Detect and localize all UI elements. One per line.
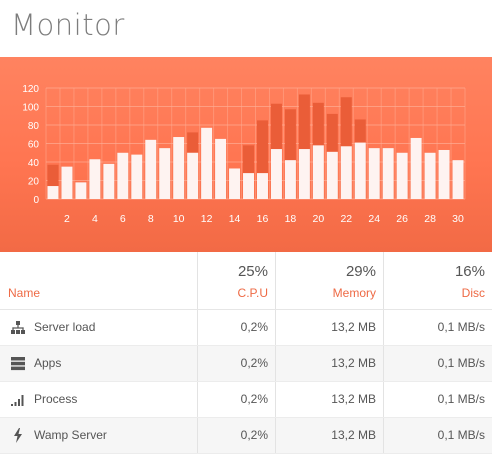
x-tick-label: 30 (452, 213, 464, 225)
stats-header-row: Name 25% C.P.U 29% Memory 16% Disc (0, 252, 492, 310)
bar-front (410, 137, 422, 199)
bar-front (438, 149, 450, 199)
row-memory: 13,2 MB (331, 320, 376, 334)
row-disc: 0,1 MB/s (437, 428, 485, 442)
row-name: Wamp Server (34, 428, 107, 442)
bar-front (256, 173, 268, 199)
x-tick-label: 8 (148, 213, 154, 225)
server-icon (11, 357, 25, 371)
row-memory: 13,2 MB (331, 428, 376, 442)
bar-front (173, 137, 185, 199)
table-row[interactable]: Process 0,2% 13,2 MB 0,1 MB/s (0, 382, 492, 418)
row-cpu: 0,2% (240, 428, 268, 442)
bar-front (201, 127, 213, 199)
bar-front (131, 154, 143, 199)
row-name: Process (34, 392, 78, 406)
bar-front (75, 182, 87, 199)
bar-front (340, 146, 352, 199)
bar-front (284, 160, 296, 199)
x-tick-label: 16 (257, 213, 269, 225)
bolt-icon (14, 428, 22, 443)
x-tick-label: 2 (64, 213, 70, 225)
bar-front (382, 148, 394, 199)
bar-front (47, 186, 59, 199)
x-tick-label: 20 (313, 213, 325, 225)
row-name: Server load (34, 320, 96, 334)
y-tick-label: 80 (28, 121, 40, 132)
bar-front (270, 149, 282, 199)
disc-total-value: 16% (454, 263, 485, 280)
x-tick-label: 28 (424, 213, 436, 225)
x-tick-label: 12 (201, 213, 213, 225)
table-row[interactable]: Apps 0,2% 13,2 MB 0,1 MB/s (0, 346, 492, 382)
bar-front (312, 145, 324, 199)
row-cpu: 0,2% (240, 320, 268, 334)
y-tick-label: 20 (28, 177, 40, 188)
bar-front (243, 173, 255, 199)
table-row[interactable]: Wamp Server 0,2% 13,2 MB 0,1 MB/s (0, 418, 492, 454)
row-memory: 13,2 MB (331, 356, 376, 370)
column-header-name: Name (8, 286, 41, 300)
memory-total-value: 29% (345, 263, 376, 280)
x-tick-label: 22 (340, 213, 352, 225)
bar-front (368, 148, 380, 199)
row-disc: 0,1 MB/s (437, 356, 485, 370)
table-row[interactable]: Server load 0,2% 13,2 MB 0,1 MB/s (0, 310, 492, 346)
x-tick-label: 6 (120, 213, 126, 225)
bar-front (298, 149, 310, 199)
bar-front (187, 152, 199, 199)
y-tick-label: 60 (28, 140, 40, 151)
row-memory: 13,2 MB (331, 392, 376, 406)
row-name: Apps (34, 356, 62, 370)
bar-front (424, 152, 436, 199)
y-tick-label: 120 (22, 84, 39, 95)
x-tick-label: 24 (368, 213, 380, 225)
column-header-memory: Memory (332, 286, 376, 300)
row-cpu: 0,2% (240, 356, 268, 370)
page-title: Monitor (11, 8, 125, 42)
x-tick-label: 4 (92, 213, 98, 225)
bar-front (396, 152, 408, 199)
bar-front (452, 160, 464, 199)
x-tick-label: 18 (285, 213, 297, 225)
bar-chart: 0204060801001202 4 6 8 10 12 14 16 18 20 22 24 26 28 3… (22, 84, 466, 225)
signal-icon (11, 395, 24, 406)
y-tick-label: 100 (22, 103, 39, 114)
row-disc: 0,1 MB/s (437, 392, 485, 406)
bar-front (89, 159, 101, 199)
x-tick-label: 10 (173, 213, 185, 225)
y-tick-label: 40 (28, 158, 40, 169)
bar-front (117, 152, 129, 199)
bar-front (354, 142, 366, 199)
row-cpu: 0,2% (240, 392, 268, 406)
bar-front (159, 148, 171, 199)
cpu-total-value: 25% (237, 263, 268, 280)
bar-front (326, 151, 338, 199)
bar-front (103, 163, 115, 199)
stats-table: Name 25% C.P.U 29% Memory 16% Disc Serve… (0, 252, 492, 454)
bar-front (215, 138, 227, 199)
y-tick-label: 0 (33, 195, 39, 206)
x-tick-label: 14 (229, 213, 241, 225)
bar-front (229, 168, 241, 199)
column-header-cpu: C.P.U (237, 286, 268, 300)
row-disc: 0,1 MB/s (437, 320, 485, 334)
column-header-disc: Disc (461, 286, 485, 300)
bar-front (61, 166, 73, 199)
sitemap-icon (11, 321, 25, 334)
monitor-chart: 0 20 40 60 80 100 120 2 4 6 8 10 12 14 16 18 20 22 24 26 28 3… (0, 57, 492, 252)
x-tick-label: 26 (396, 213, 408, 225)
bar-front (145, 139, 157, 199)
